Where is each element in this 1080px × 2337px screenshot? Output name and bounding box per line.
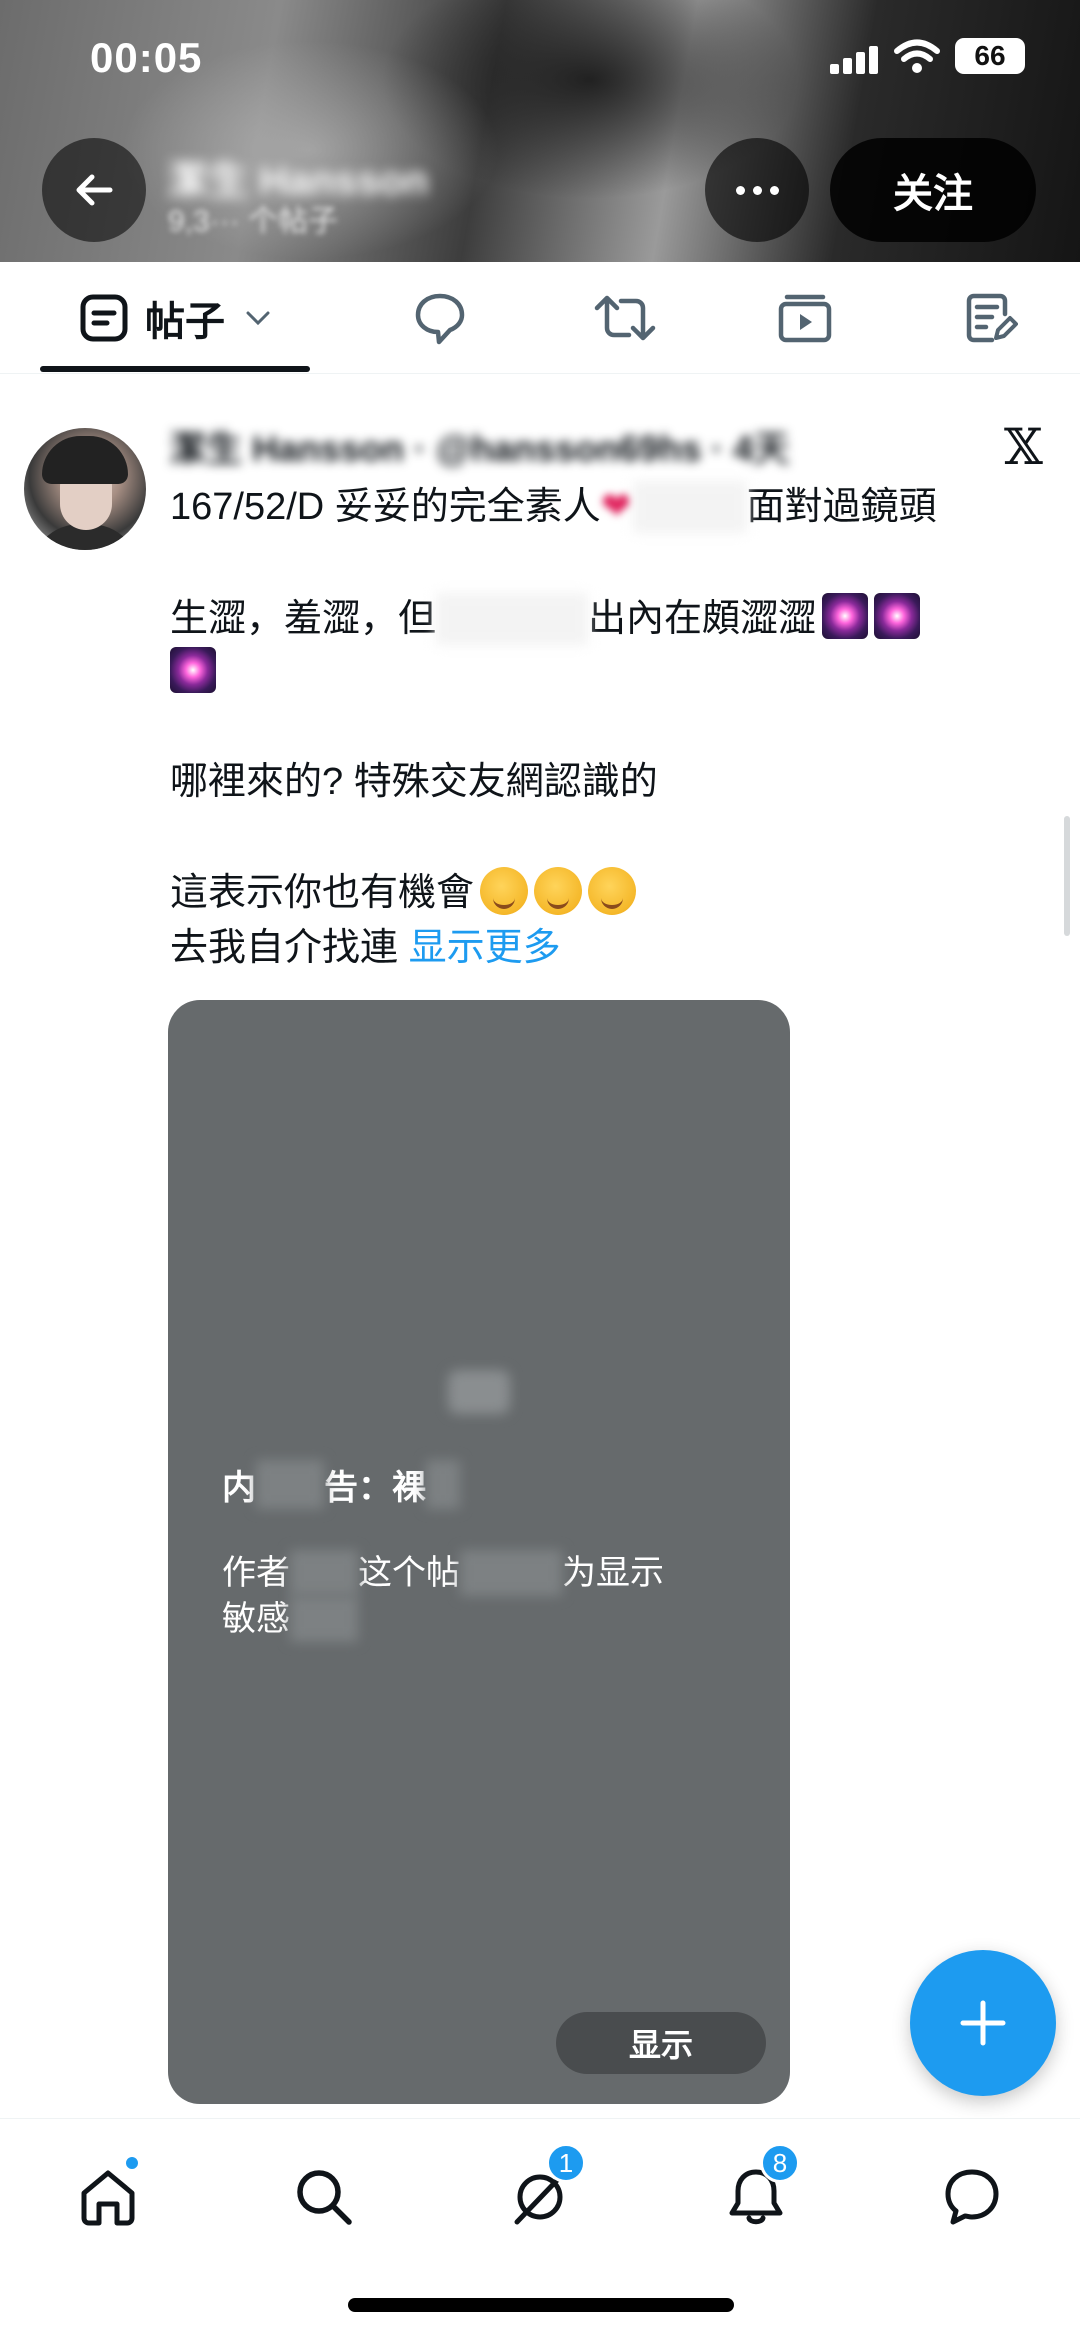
home-unread-dot: [124, 2155, 140, 2171]
warning-desc-part: 为显示: [562, 1554, 664, 1592]
nav-notifications[interactable]: 8: [716, 2143, 800, 2237]
signal-icon: [830, 44, 882, 74]
show-media-button[interactable]: 显示: [556, 2012, 766, 2074]
chat-icon: [945, 2169, 999, 2225]
back-button[interactable]: [42, 138, 146, 242]
article-icon: [966, 293, 1018, 343]
redacted-text: 從未曾: [632, 481, 747, 533]
more-dot: [735, 185, 745, 195]
post-line-2b: 出內在頗澀澀: [588, 598, 817, 640]
more-options-button[interactable]: [705, 138, 809, 242]
post-text-line: 哪裡來的? 特殊交友網認識的: [170, 756, 658, 808]
media-placeholder-icon: [448, 1370, 510, 1414]
reply-icon: [415, 293, 465, 345]
warning-desc-part: 这个帖: [358, 1554, 460, 1592]
chevron-down-icon: [246, 311, 270, 326]
post-line-4: 這表示你也有機會: [170, 872, 475, 914]
nav-grok[interactable]: 1: [500, 2143, 586, 2237]
post-text-line: [170, 647, 216, 699]
post-author-line[interactable]: 潔生 Hansson · @hansson69hs · 4天: [170, 420, 789, 472]
author-avatar[interactable]: [24, 428, 146, 550]
sensitive-media-card[interactable]: 内容警告：裸露 作者已将这个帖子标记为显示 敏感内容 显示: [168, 1000, 790, 2104]
wifi-icon: [894, 39, 940, 73]
sparkle-emoji-icon: [822, 593, 869, 639]
wink-emoji-icon: [588, 867, 637, 915]
battery-indicator: 66: [955, 38, 1025, 74]
heart-emoji-icon: ❤: [600, 486, 633, 528]
repost-icon: [594, 295, 656, 341]
wink-emoji-icon: [480, 867, 529, 915]
grok-badge: 1: [546, 2143, 586, 2183]
home-indicator[interactable]: [348, 2298, 734, 2312]
redacted-text: 露: [426, 1460, 460, 1509]
sparkle-emoji-icon: [874, 593, 921, 639]
post-line-1: 167/52/D 妥妥的完全素人: [170, 486, 601, 528]
post-text-line: 去我自介找連 显示更多: [170, 922, 561, 974]
arrow-left-icon: [76, 174, 113, 206]
search-icon: [297, 2170, 352, 2225]
home-icon: [81, 2170, 135, 2226]
tab-articles[interactable]: [950, 262, 1030, 374]
profile-post-count: 9,3··· 个帖子: [168, 205, 339, 238]
follow-button[interactable]: 关注: [830, 138, 1036, 242]
warning-title-part: 内: [222, 1469, 256, 1507]
more-dot: [769, 185, 779, 195]
content-warning-title: 内容警告：裸露: [222, 1460, 460, 1509]
warning-title-part: 告：裸: [324, 1469, 426, 1507]
scrollbar[interactable]: [1064, 816, 1070, 936]
x-logo-icon: 𝕏: [1004, 418, 1043, 476]
compose-button[interactable]: [910, 1950, 1056, 2096]
post-line-3: 哪裡來的? 特殊交友網認識的: [170, 761, 658, 803]
video-icon: [778, 294, 832, 343]
nav-search[interactable]: [284, 2157, 364, 2237]
post-line-1b: 面對過鏡頭: [746, 486, 937, 528]
post-line-5: 去我自介找連: [170, 927, 399, 969]
post-line-2a: 生澀，羞澀，但: [170, 598, 437, 640]
warning-desc-part: 作者: [222, 1554, 290, 1592]
posts-icon: [80, 294, 128, 342]
post-text-line: 生澀，羞澀，但也表看得出內在頗澀澀: [170, 593, 921, 645]
active-tab-indicator: [40, 366, 310, 372]
plus-icon: [960, 2000, 1006, 2046]
tab-reposts[interactable]: [585, 262, 665, 374]
redacted-text: 已将: [290, 1550, 358, 1596]
nav-home[interactable]: [68, 2155, 148, 2237]
warning-desc-part: 敏感: [222, 1600, 290, 1638]
post-text-line: 167/52/D 妥妥的完全素人❤從未曾面對過鏡頭: [170, 481, 937, 533]
redacted-text: 子标记: [460, 1550, 562, 1596]
more-dot: [752, 185, 762, 195]
show-more-link[interactable]: 显示更多: [409, 927, 561, 969]
tab-videos[interactable]: [765, 262, 845, 374]
status-time: 00:05: [90, 34, 203, 81]
content-warning-description: 作者已将这个帖子标记为显示 敏感内容: [222, 1550, 742, 1642]
tab-posts[interactable]: 帖子: [40, 262, 310, 374]
tab-replies[interactable]: [400, 262, 480, 374]
profile-tab-bar: 帖子: [0, 262, 1080, 374]
avatar-hair: [42, 436, 128, 484]
post-text-line: 這表示你也有機會: [170, 867, 637, 919]
tab-posts-label: 帖子: [145, 300, 225, 344]
profile-header-banner: 00:05 66 潔生 Hansson 9,3··· 个帖子 关注: [0, 0, 1080, 262]
redacted-text: 内容: [290, 1596, 358, 1642]
nav-messages[interactable]: [932, 2157, 1012, 2237]
redacted-text: 容警: [256, 1460, 324, 1509]
sparkle-emoji-icon: [170, 647, 216, 693]
post-author-text: 潔生 Hansson · @hansson69hs · 4天: [170, 428, 790, 469]
wink-emoji-icon: [534, 867, 583, 915]
notifications-badge: 8: [760, 2143, 800, 2183]
redacted-text: 也表看得: [436, 593, 589, 645]
